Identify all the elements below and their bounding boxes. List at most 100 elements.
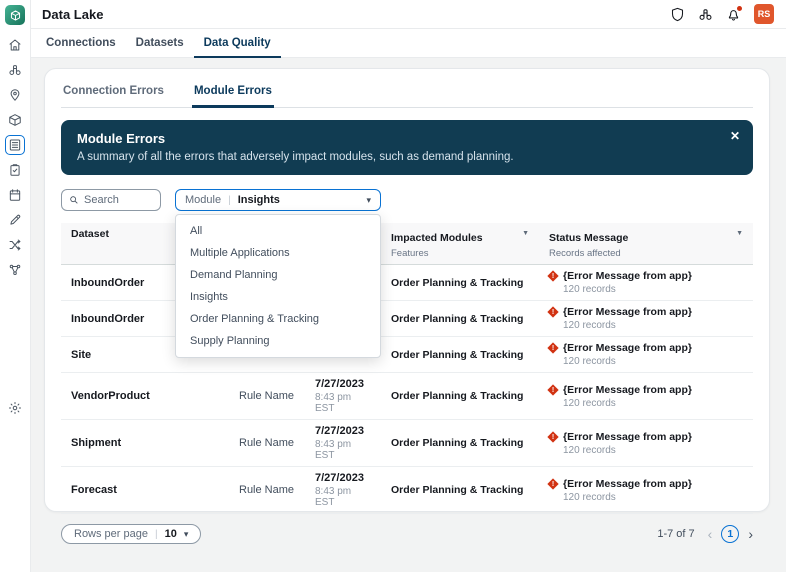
dataset-cell: VendorProduct — [61, 373, 229, 420]
table-footer: Rows per page | 10 ▾ 1-7 of 7 ‹ 1 › — [61, 524, 753, 544]
module-filter-select[interactable]: Module | Insights ▾ — [175, 189, 381, 211]
modules-cell: Order Planning & Tracking — [381, 337, 539, 373]
pagination-range: 1-7 of 7 — [657, 528, 694, 540]
sidebar-nav — [0, 35, 30, 280]
status-cell: !{Error Message from app} 120 records — [539, 265, 753, 301]
module-errors-table: Dataset ▼ Impacted Modules F — [61, 223, 753, 514]
menu-item-demand-planning[interactable]: Demand Planning — [176, 264, 380, 286]
table-row[interactable]: VendorProduct Rule Name 7/27/20238:43 pm… — [61, 373, 753, 420]
tab-connection-errors[interactable]: Connection Errors — [61, 77, 166, 108]
card-tabs: Connection Errors Module Errors — [61, 69, 753, 108]
network-nodes-icon[interactable] — [5, 260, 25, 280]
column-header-status-message[interactable]: Status Message Records affected ▼ — [539, 223, 753, 265]
filter-value: Insights — [238, 194, 280, 206]
search-icon — [69, 195, 79, 205]
next-page-icon[interactable]: › — [748, 527, 753, 541]
header-actions: RS — [670, 4, 774, 24]
table-row[interactable]: Site Order Planning & Tracking !{Error M… — [61, 337, 753, 373]
modules-cell: Order Planning & Tracking — [381, 301, 539, 337]
package-icon[interactable] — [5, 110, 25, 130]
app-window: Data Lake RS Connections Datasets Data Q… — [0, 0, 786, 572]
notification-dot — [736, 5, 743, 12]
close-icon[interactable]: ✕ — [730, 129, 740, 143]
dataset-cell: Shipment — [61, 420, 229, 467]
table-controls: Module | Insights ▾ All Multiple Applica… — [61, 189, 753, 211]
tab-module-errors[interactable]: Module Errors — [192, 77, 274, 108]
modules-cell: Order Planning & Tracking — [381, 265, 539, 301]
data-lake-icon[interactable] — [5, 135, 25, 155]
banner-description: A summary of all the errors that adverse… — [77, 151, 717, 163]
chevron-down-icon: ▾ — [184, 529, 189, 540]
page-title: Data Lake — [42, 7, 103, 22]
date-cell: 7/27/20238:43 pm EST — [305, 420, 381, 467]
status-cell: !{Error Message from app} 120 records — [539, 467, 753, 514]
previous-page-icon[interactable]: ‹ — [708, 527, 713, 541]
status-cell: !{Error Message from app} 120 records — [539, 420, 753, 467]
column-header-impacted-modules[interactable]: Impacted Modules Features ▼ — [381, 223, 539, 265]
table-row[interactable]: Shipment Rule Name 7/27/20238:43 pm EST … — [61, 420, 753, 467]
rows-per-page-label: Rows per page — [74, 528, 148, 540]
tab-data-quality[interactable]: Data Quality — [194, 29, 281, 58]
error-diamond-icon: ! — [547, 478, 558, 489]
user-avatar[interactable]: RS — [754, 4, 774, 24]
calendar-icon[interactable] — [5, 185, 25, 205]
error-diamond-icon: ! — [547, 384, 558, 395]
search-box — [61, 189, 161, 211]
notifications-bell-icon[interactable] — [726, 7, 741, 22]
top-header: Data Lake RS — [30, 0, 786, 29]
status-cell: !{Error Message from app} 120 records — [539, 373, 753, 420]
edit-pen-icon[interactable] — [5, 210, 25, 230]
menu-item-order-planning[interactable]: Order Planning & Tracking — [176, 308, 380, 330]
tab-datasets[interactable]: Datasets — [126, 29, 194, 58]
pagination: 1-7 of 7 ‹ 1 › — [657, 525, 753, 543]
rows-per-page-select[interactable]: Rows per page | 10 ▾ — [61, 524, 201, 544]
security-shield-icon[interactable] — [670, 7, 685, 22]
primary-tabs: Connections Datasets Data Quality — [30, 29, 786, 58]
table-header-row: Dataset ▼ Impacted Modules F — [61, 223, 753, 265]
module-filter-menu: All Multiple Applications Demand Plannin… — [175, 214, 381, 358]
status-cell: !{Error Message from app} 120 records — [539, 301, 753, 337]
modules-cell: Order Planning & Tracking — [381, 420, 539, 467]
binoculars-icon[interactable] — [5, 60, 25, 80]
supply-chain-logo-icon[interactable] — [5, 5, 25, 25]
date-cell: 7/27/20238:43 pm EST — [305, 373, 381, 420]
error-diamond-icon: ! — [547, 431, 558, 442]
sidebar — [0, 0, 31, 572]
menu-item-supply-planning[interactable]: Supply Planning — [176, 330, 380, 352]
date-cell: 7/27/20238:43 pm EST — [305, 467, 381, 514]
divider: | — [228, 195, 231, 206]
error-diamond-icon: ! — [547, 270, 558, 281]
menu-item-all[interactable]: All — [176, 220, 380, 242]
clipboard-check-icon[interactable] — [5, 160, 25, 180]
menu-item-multiple-applications[interactable]: Multiple Applications — [176, 242, 380, 264]
shuffle-arrows-icon[interactable] — [5, 235, 25, 255]
modules-cell: Order Planning & Tracking — [381, 467, 539, 514]
location-pin-icon[interactable] — [5, 85, 25, 105]
dataset-cell: Forecast — [61, 467, 229, 514]
rows-per-page-value: 10 — [165, 528, 177, 540]
rule-cell: Rule Name — [229, 467, 305, 514]
binoculars-icon[interactable] — [698, 7, 713, 22]
chevron-down-icon: ▾ — [366, 195, 371, 206]
table-row[interactable]: InboundOrder Order Planning & Tracking !… — [61, 265, 753, 301]
tab-connections[interactable]: Connections — [36, 29, 126, 58]
status-cell: !{Error Message from app} 120 records — [539, 337, 753, 373]
module-errors-banner: Module Errors A summary of all the error… — [61, 120, 753, 175]
filter-arrow-icon[interactable]: ▼ — [736, 230, 743, 237]
filter-label: Module — [185, 194, 221, 206]
divider: | — [155, 529, 158, 540]
home-icon[interactable] — [5, 35, 25, 55]
modules-cell: Order Planning & Tracking — [381, 373, 539, 420]
settings-gear-icon[interactable] — [5, 398, 25, 418]
page-1-button[interactable]: 1 — [721, 525, 739, 543]
error-diamond-icon: ! — [547, 342, 558, 353]
search-input[interactable] — [84, 194, 148, 206]
rule-cell: Rule Name — [229, 373, 305, 420]
menu-item-insights[interactable]: Insights — [176, 286, 380, 308]
table-row[interactable]: InboundOrder Order Planning & Tracking !… — [61, 301, 753, 337]
table-row[interactable]: Forecast Rule Name 7/27/20238:43 pm EST … — [61, 467, 753, 514]
error-diamond-icon: ! — [547, 306, 558, 317]
data-quality-card: Connection Errors Module Errors Module E… — [44, 68, 770, 512]
rule-cell: Rule Name — [229, 420, 305, 467]
filter-arrow-icon[interactable]: ▼ — [522, 230, 529, 237]
